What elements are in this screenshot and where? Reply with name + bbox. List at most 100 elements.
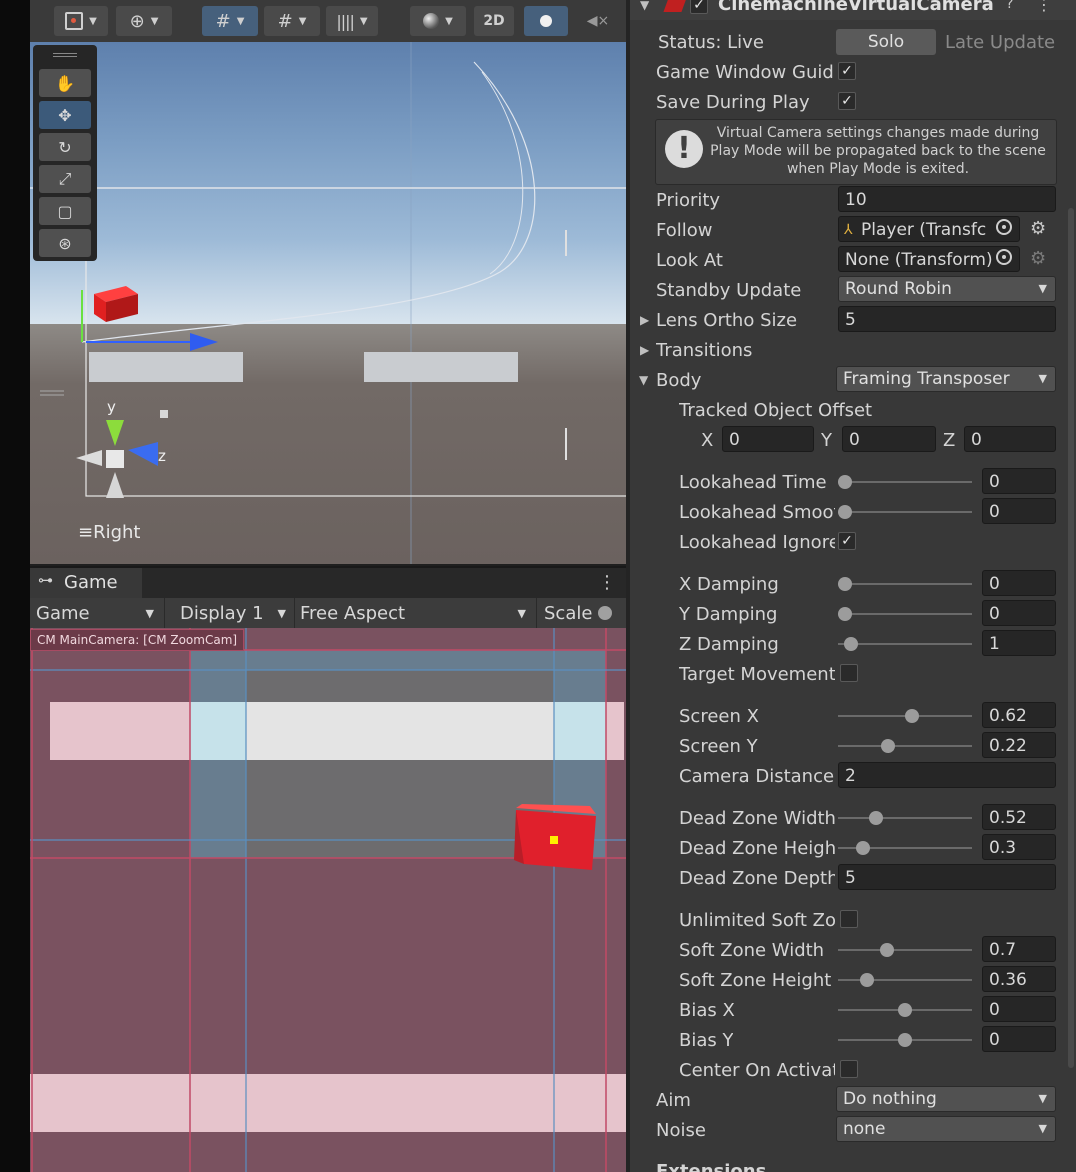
screen-x-field[interactable]: 0.62 [982, 702, 1056, 728]
scale-slider[interactable]: Scale [536, 598, 626, 628]
component-menu-icon[interactable]: ⋮ [1036, 0, 1052, 14]
soft-zone-height-slider-track[interactable] [838, 979, 972, 981]
gear-icon[interactable]: ⚙ [1030, 218, 1046, 239]
y-damping-slider-track[interactable] [838, 613, 972, 615]
tab-game[interactable]: ⊶ Game [30, 568, 142, 598]
lookahead-smoothing-slider-knob[interactable] [838, 505, 852, 519]
save-during-play-checkbox[interactable]: ✓ [838, 92, 856, 110]
follow-field[interactable]: ⅄ Player (Transfc [838, 216, 1020, 242]
offset-y-field[interactable]: 0 [842, 426, 936, 452]
game-window-guides-checkbox[interactable]: ✓ [838, 62, 856, 80]
offset-z-field[interactable]: 0 [964, 426, 1056, 452]
screen-y-slider-track[interactable] [838, 745, 972, 747]
z-damping-slider-track[interactable] [838, 643, 972, 645]
lookahead-time-slider-track[interactable] [838, 481, 972, 483]
dead-zone-width-field[interactable]: 0.52 [982, 804, 1056, 830]
display-selector[interactable]: Display 1 ▼ [164, 598, 295, 628]
gizmo-tool-button[interactable]: ▼ [54, 6, 108, 36]
game-view[interactable]: CM MainCamera: [CM ZoomCam] [30, 628, 626, 1172]
shading-mode-button[interactable]: ▼ [410, 6, 466, 36]
lens-ortho-size-field[interactable]: 5 [838, 306, 1056, 332]
bias-y-slider-knob[interactable] [898, 1033, 912, 1047]
hand-tool-button[interactable]: ✋ [39, 69, 91, 97]
scene-view[interactable]: y z ≡Right [30, 42, 626, 564]
center-on-activate-checkbox[interactable] [840, 1060, 858, 1078]
z-damping-label: Z Damping [679, 634, 779, 655]
camera-distance-field[interactable]: 2 [838, 762, 1056, 788]
y-damping-field[interactable]: 0 [982, 600, 1056, 626]
body-dropdown[interactable]: Framing Transposer ▼ [836, 366, 1056, 392]
aim-dropdown[interactable]: Do nothing ▼ [836, 1086, 1056, 1112]
solo-button[interactable]: Solo [836, 29, 936, 55]
aspect-selector[interactable]: Free Aspect ▼ [294, 598, 537, 628]
x-damping-slider-knob[interactable] [838, 577, 852, 591]
bias-y-field[interactable]: 0 [982, 1026, 1056, 1052]
orientation-menu[interactable]: ≡Right [78, 522, 141, 543]
foldout-arrow-icon[interactable]: ▶ [640, 313, 649, 327]
2d-toggle-button[interactable]: 2D [474, 6, 514, 36]
z-damping-slider-knob[interactable] [844, 637, 858, 651]
rotate-tool-button[interactable]: ↻ [39, 133, 91, 161]
object-picker-icon[interactable] [996, 249, 1012, 265]
transitions-label[interactable]: Transitions [656, 340, 752, 361]
palette-drag-handle[interactable] [53, 53, 77, 57]
lookahead-time-slider-knob[interactable] [838, 475, 852, 489]
foldout-arrow-icon[interactable]: ▼ [639, 373, 648, 387]
lighting-toggle-button[interactable] [524, 6, 568, 36]
x-damping-field[interactable]: 0 [982, 570, 1056, 596]
center-on-activate-label: Center On Activat [679, 1060, 835, 1081]
lookahead-ignore-y-checkbox[interactable]: ✓ [838, 532, 856, 550]
dead-zone-width-slider-track[interactable] [838, 817, 972, 819]
dead-zone-width-slider-knob[interactable] [869, 811, 883, 825]
global-toggle-button[interactable]: ⊕ ▼ [116, 6, 172, 36]
soft-zone-width-field[interactable]: 0.7 [982, 936, 1056, 962]
standby-update-dropdown[interactable]: Round Robin ▼ [838, 276, 1056, 302]
dead-zone-depth-field[interactable]: 5 [838, 864, 1056, 890]
grid-snap-button[interactable]: # ▼ [202, 6, 258, 36]
transform-tool-button[interactable]: ⊛ [39, 229, 91, 257]
object-picker-icon[interactable] [996, 219, 1012, 235]
x-damping-slider-track[interactable] [838, 583, 972, 585]
unlimited-soft-zone-checkbox[interactable] [840, 910, 858, 928]
extensions-label: Extensions [656, 1161, 767, 1172]
bias-x-slider-knob[interactable] [898, 1003, 912, 1017]
globe-icon: ⊕ [129, 10, 145, 32]
game-view-selector[interactable]: Game ▼ [30, 598, 165, 628]
y-damping-slider-knob[interactable] [838, 607, 852, 621]
increment-snap-button[interactable]: # ▼ [264, 6, 320, 36]
soft-zone-height-slider-knob[interactable] [860, 973, 874, 987]
ruler-button[interactable]: |||| ▼ [326, 6, 378, 36]
scale-tool-button[interactable]: ⤢ [39, 165, 91, 193]
target-movement-only-checkbox[interactable] [840, 664, 858, 682]
rect-tool-button[interactable]: ▢ [39, 197, 91, 225]
move-tool-button[interactable]: ✥ [39, 101, 91, 129]
soft-zone-height-field[interactable]: 0.36 [982, 966, 1056, 992]
priority-field[interactable]: 10 [838, 186, 1056, 212]
gizmo-y-label: y [107, 398, 116, 416]
chevron-down-icon: ▼ [1038, 372, 1047, 385]
lookahead-time-field[interactable]: 0 [982, 468, 1056, 494]
camera-distance-label: Camera Distance [679, 766, 835, 787]
noise-dropdown[interactable]: none ▼ [836, 1116, 1056, 1142]
bias-x-field[interactable]: 0 [982, 996, 1056, 1022]
component-header[interactable]: ▼ ✓ CinemachineVirtualCamera ? ⋮ [630, 0, 1076, 20]
lookahead-smoothing-field[interactable]: 0 [982, 498, 1056, 524]
soft-zone-width-slider-knob[interactable] [880, 943, 894, 957]
screen-y-field[interactable]: 0.22 [982, 732, 1056, 758]
dead-zone-height-field[interactable]: 0.3 [982, 834, 1056, 860]
look-at-field[interactable]: None (Transform) [838, 246, 1020, 272]
inspector-scrollbar[interactable] [1068, 208, 1074, 1068]
dead-zone-height-slider-knob[interactable] [856, 841, 870, 855]
audio-toggle-button[interactable]: ◀× [578, 6, 618, 36]
component-enabled-checkbox[interactable]: ✓ [690, 0, 708, 14]
foldout-arrow-icon[interactable]: ▶ [640, 343, 649, 357]
screen-x-slider-knob[interactable] [905, 709, 919, 723]
soft-zone-width-slider-track[interactable] [838, 949, 972, 951]
lookahead-smoothing-slider-track[interactable] [838, 511, 972, 513]
scale-slider-knob[interactable] [598, 606, 613, 620]
screen-y-slider-knob[interactable] [881, 739, 895, 753]
offset-x-field[interactable]: 0 [722, 426, 814, 452]
z-damping-field[interactable]: 1 [982, 630, 1056, 656]
more-options-icon[interactable]: ⋮ [598, 572, 616, 593]
help-icon[interactable]: ? [1006, 0, 1013, 12]
